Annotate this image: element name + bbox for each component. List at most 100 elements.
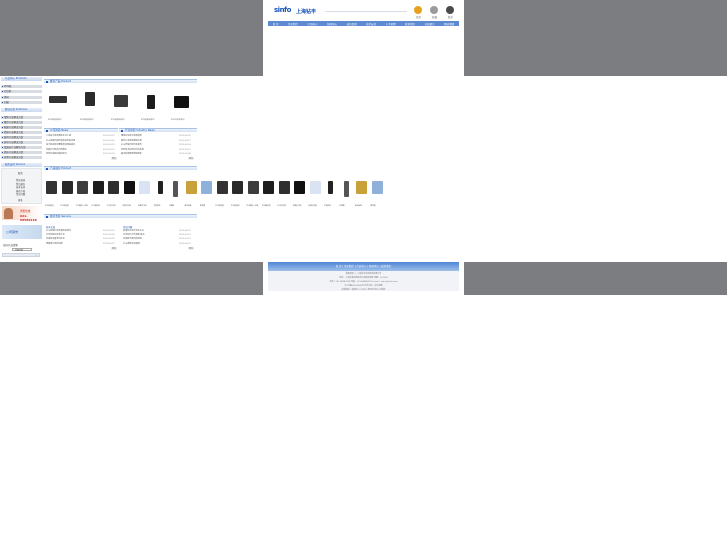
list-item-title[interactable]: 扫描枪设置条码大全 bbox=[46, 238, 65, 241]
list-item-title[interactable]: 上海钻丰收银系统正式上线 bbox=[46, 135, 71, 138]
list-item-title[interactable]: 零售业信息化发展趋势 bbox=[121, 135, 142, 138]
featured-product-caption[interactable]: POS打印机系列 bbox=[171, 118, 184, 121]
featured-product-caption[interactable]: POS收银机系列 bbox=[80, 118, 93, 121]
service-item[interactable]: 常见问题 bbox=[16, 192, 25, 196]
support-faq-more[interactable]: 更多 bbox=[188, 247, 195, 250]
gallery-product-image[interactable] bbox=[173, 181, 178, 197]
gallery-product-caption[interactable]: 热敏打印机 bbox=[293, 205, 301, 207]
support-docs-more[interactable]: 更多 bbox=[111, 247, 118, 250]
list-item-title[interactable]: 打印机打印不清晰 解决 bbox=[123, 234, 144, 237]
list-item-title[interactable]: POS收银机安装使用说明书 bbox=[46, 230, 71, 233]
sidebar-solution-supermarket[interactable]: 超市行业解决方案 bbox=[1, 141, 42, 145]
sidebar-item-scanner[interactable]: 扫描 bbox=[1, 101, 42, 105]
sales-hotline-banner[interactable]: 销售热线 021-68580128 bbox=[2, 206, 42, 222]
sidebar-solution-chain[interactable]: 连锁店行业解决方案 bbox=[1, 146, 42, 150]
gallery-product-image[interactable] bbox=[263, 181, 274, 194]
list-item-title[interactable]: POS终端市场分析报告 bbox=[121, 144, 142, 147]
nav-item-home[interactable]: 首 页 bbox=[273, 22, 279, 26]
gallery-product-image[interactable] bbox=[247, 181, 259, 194]
gallery-product-image[interactable] bbox=[309, 181, 321, 194]
home-label[interactable]: 首页 bbox=[416, 15, 421, 19]
company-news-more[interactable]: 更多 bbox=[111, 157, 118, 160]
gallery-product-image[interactable] bbox=[278, 181, 290, 194]
gallery-product-image[interactable] bbox=[77, 181, 88, 194]
honor-banner[interactable]: 公司荣誉 bbox=[2, 225, 42, 239]
nav-item-jobs[interactable]: 人才招聘 bbox=[386, 22, 396, 26]
sidebar-solution-other[interactable]: 其他行业解决方案 bbox=[1, 156, 42, 160]
featured-product-image[interactable] bbox=[85, 92, 95, 106]
gallery-product-caption[interactable]: 热敏打印机 bbox=[123, 205, 131, 207]
featured-product-caption[interactable]: POS收银机系列 bbox=[48, 118, 61, 121]
gallery-product-caption[interactable]: 客显屏 bbox=[371, 205, 376, 207]
gallery-product-image[interactable] bbox=[185, 181, 197, 194]
sidebar-category-pos[interactable]: POS机 bbox=[1, 85, 42, 89]
home-icon[interactable] bbox=[414, 6, 422, 14]
list-item-title[interactable]: 打印机驱动安装方法 bbox=[46, 234, 65, 237]
sidebar-solution-apparel[interactable]: 服装行业解决方案 bbox=[1, 126, 42, 130]
nav-item-products[interactable]: 产品中心 bbox=[308, 22, 318, 26]
nav-item-about[interactable]: 关于我们 bbox=[288, 22, 298, 26]
list-item-title[interactable]: 钻丰科技参加零售展会圆满成功 bbox=[46, 144, 75, 147]
gallery-product-caption[interactable]: 扫描枪 bbox=[169, 205, 174, 207]
sidebar-item-barcode[interactable]: 条码 bbox=[1, 96, 42, 100]
gallery-product-image[interactable] bbox=[356, 181, 367, 194]
gallery-product-caption[interactable]: POS收银机 bbox=[45, 205, 53, 207]
gallery-product-image[interactable] bbox=[61, 181, 73, 194]
favorite-icon[interactable] bbox=[430, 6, 438, 14]
gallery-product-caption[interactable]: 标签打印机 bbox=[309, 205, 317, 207]
gallery-product-caption[interactable]: POS打印机 bbox=[278, 205, 286, 207]
gallery-product-caption[interactable]: POS触摸机 bbox=[92, 205, 100, 207]
search-icon[interactable]: ⌕ bbox=[36, 254, 37, 257]
sidebar-solution-pharmacy[interactable]: 医药行业解决方案 bbox=[1, 136, 42, 140]
gallery-product-caption[interactable]: POS触摸一体机 bbox=[76, 205, 88, 207]
gallery-product-caption[interactable]: POS触摸机 bbox=[262, 205, 270, 207]
list-item-title[interactable]: POS系统常见故障 bbox=[123, 243, 140, 246]
list-item-title[interactable]: 收银机无法开机怎么办 bbox=[123, 230, 144, 233]
list-item-title[interactable]: 条码扫描枪的使用技巧 bbox=[46, 153, 67, 156]
gallery-product-caption[interactable]: 客显屏 bbox=[200, 205, 205, 207]
favorite-label[interactable]: 收藏 bbox=[432, 15, 437, 19]
sidebar-solution-hotel[interactable]: 酒店行业解决方案 bbox=[1, 151, 42, 155]
gallery-product-image[interactable] bbox=[157, 181, 163, 194]
contact-icon[interactable] bbox=[446, 6, 454, 14]
gallery-product-image[interactable] bbox=[216, 181, 228, 194]
gallery-product-caption[interactable]: POS触摸一体机 bbox=[247, 205, 259, 207]
contact-label[interactable]: 联系 bbox=[448, 15, 453, 19]
featured-product-caption[interactable]: POS收银机系列 bbox=[141, 118, 154, 121]
sidebar-solution-logistics[interactable]: 物流行业解决方案 bbox=[1, 131, 42, 135]
sidebar-solution-catering[interactable]: 餐饮行业解决方案 bbox=[1, 121, 42, 125]
featured-product-caption[interactable]: POS收银机系列 bbox=[111, 118, 124, 121]
site-logo[interactable]: sinfo bbox=[274, 6, 293, 14]
gallery-product-caption[interactable]: 手持终端 bbox=[324, 205, 331, 207]
gallery-product-caption[interactable]: 条码标签 bbox=[185, 205, 192, 207]
search-category-select[interactable]: 全部分类 bbox=[12, 248, 32, 252]
nav-item-contact[interactable]: 联系我们 bbox=[405, 22, 415, 26]
nav-item-cases[interactable]: 成功案例 bbox=[347, 22, 357, 26]
sidebar-category-printer[interactable]: 打印机 bbox=[1, 90, 42, 94]
list-item-title[interactable]: 条码技术在物流中的应用 bbox=[121, 149, 144, 152]
gallery-product-image[interactable] bbox=[328, 181, 333, 194]
gallery-product-image[interactable] bbox=[108, 181, 119, 194]
list-item-title[interactable]: 超市收银管理系统解析 bbox=[121, 153, 142, 156]
service-more-link[interactable]: 更多 bbox=[18, 198, 23, 202]
sidebar-solution-retail[interactable]: 零售行业解决方案 bbox=[1, 116, 42, 120]
gallery-product-caption[interactable]: 标签打印机 bbox=[138, 205, 146, 207]
list-item-title[interactable]: 餐饮行业收银系统应用 bbox=[121, 140, 142, 143]
featured-product-image[interactable] bbox=[114, 95, 128, 107]
gallery-product-caption[interactable]: 手持终端 bbox=[154, 205, 161, 207]
nav-item-news[interactable]: 新闻中心 bbox=[327, 22, 337, 26]
gallery-product-image[interactable] bbox=[294, 181, 305, 194]
list-item-title[interactable]: POS收银机如何选择适合的机型 bbox=[46, 140, 75, 143]
gallery-product-image[interactable] bbox=[92, 181, 104, 194]
gallery-product-caption[interactable]: POS收银机 bbox=[216, 205, 224, 207]
featured-product-image[interactable] bbox=[173, 96, 189, 108]
list-item-title[interactable]: 热敏打印机的日常维护 bbox=[46, 149, 67, 152]
gallery-product-image[interactable] bbox=[201, 181, 212, 194]
gallery-product-caption[interactable]: POS收银机 bbox=[61, 205, 69, 207]
gallery-product-image[interactable] bbox=[343, 181, 349, 197]
search-input[interactable]: ⌕ bbox=[2, 253, 40, 257]
industry-news-more[interactable]: 更多 bbox=[188, 157, 195, 160]
gallery-product-image[interactable] bbox=[371, 181, 383, 194]
gallery-product-caption[interactable]: 扫描枪 bbox=[340, 205, 345, 207]
gallery-product-image[interactable] bbox=[46, 181, 57, 194]
